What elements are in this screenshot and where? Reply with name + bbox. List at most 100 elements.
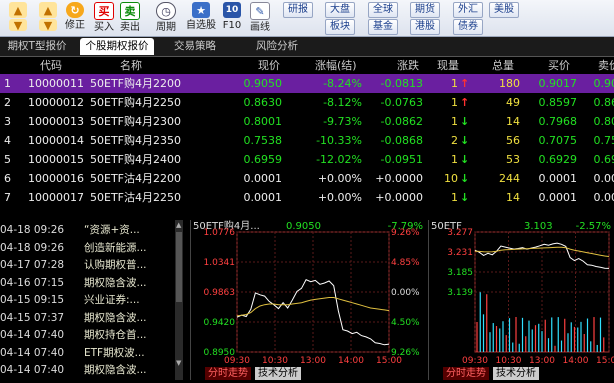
col-bid[interactable]: 买价 <box>548 57 570 74</box>
table-row[interactable]: 3 10000013 50ETF购4月2300 0.8001 -9.73% -0.0862… <box>0 112 614 131</box>
col-total[interactable]: 总量 <box>492 57 514 74</box>
sell-label: 卖出 <box>120 22 140 33</box>
cell-ask: 0.9095 <box>593 77 614 90</box>
news-date: 04-14 07:40 <box>0 364 65 376</box>
table-row[interactable]: 2 10000012 50ETF购4月2250 0.8630 -8.12% -0.0763… <box>0 93 614 112</box>
menu-bonds[interactable]: 债券 <box>453 19 483 35</box>
cell-bid: 0.6929 <box>538 153 578 166</box>
news-scrollbar[interactable]: ▲ ▼ <box>175 220 183 380</box>
cell-pct: -12.02% <box>316 153 362 166</box>
sell-button[interactable]: 卖 卖出 <box>118 2 142 34</box>
news-date: 04-15 09:15 <box>0 294 65 306</box>
nav-forward-button[interactable]: ▲ ▼ <box>36 2 60 34</box>
buy-button[interactable]: 买 买入 <box>92 2 116 34</box>
menu-sector[interactable]: 板块 <box>325 19 355 35</box>
chart-change: -2.57% <box>576 221 611 232</box>
cell-vol: 2 <box>451 134 458 147</box>
y-tick-label: 1.0776 <box>204 228 236 238</box>
refresh-button[interactable]: ↻ 修正 <box>63 2 87 34</box>
news-title: “资源+资... <box>84 224 140 236</box>
col-price[interactable]: 现价 <box>258 57 280 74</box>
table-row[interactable]: 7 10000017 50ETF沽4月2250 0.0001 +0.00% +0.0000… <box>0 188 614 207</box>
cell-name: 50ETF购4月2200 <box>90 77 181 90</box>
cell-price: 0.0001 <box>243 172 283 185</box>
arrow-down-icon: ↓ <box>460 191 470 204</box>
news-date: 04-16 07:15 <box>0 276 65 289</box>
cell-vol: 1 <box>451 115 458 128</box>
cell-total: 56 <box>506 134 520 147</box>
tab-strategy[interactable]: 交易策略 <box>168 38 222 55</box>
arrow-down-icon: ↓ <box>460 153 470 166</box>
buy-icon: 买 <box>94 2 114 20</box>
nav-up-button[interactable]: ▲ ▼ <box>6 2 30 34</box>
scroll-thumb[interactable] <box>176 232 182 302</box>
news-item[interactable]: 04-17 07:28 认购期权普... <box>0 257 175 273</box>
cell-code: 10000014 <box>28 134 84 147</box>
news-title: 创造新能源... <box>84 241 147 254</box>
col-change[interactable]: 涨跌 <box>397 57 419 74</box>
news-item[interactable]: 04-14 07:40 ETF期权波... <box>0 345 175 361</box>
period-button[interactable]: ◷ 周期 <box>152 2 180 34</box>
tab-bar: 期权T型报价 个股期权报价 交易策略 风险分析 <box>0 37 614 57</box>
cell-pct: -10.33% <box>316 134 362 147</box>
cell-total: 244 <box>499 172 520 185</box>
news-item[interactable]: 04-14 07:40 期权持仓首... <box>0 327 175 343</box>
cell-price: 0.8001 <box>243 115 283 128</box>
tab-intraday[interactable]: 分时走势 <box>443 367 489 380</box>
menu-global[interactable]: 全球 <box>368 2 398 18</box>
scroll-up-icon[interactable]: ▲ <box>176 222 182 229</box>
x-tick-label: 13:00 <box>529 356 555 366</box>
tab-intraday[interactable]: 分时走势 <box>205 367 251 380</box>
table-row[interactable]: 1 10000011 50ETF购4月2200 0.9050 -8.24% -0.0813… <box>0 74 614 93</box>
news-list: 04-18 09:26 “资源+资... 04-18 09:26 创造新能源... 04… <box>0 220 180 380</box>
col-ask[interactable]: 卖价 <box>598 57 614 74</box>
news-title: 期权隐含波... <box>84 311 147 324</box>
tab-technical[interactable]: 技术分析 <box>493 367 539 380</box>
menu-forex[interactable]: 外汇 <box>453 2 483 18</box>
menu-us-stocks[interactable]: 美股 <box>489 2 519 18</box>
cell-price: 0.7538 <box>243 134 283 147</box>
cell-price: 0.6959 <box>243 153 283 166</box>
cell-idx: 5 <box>4 153 11 166</box>
menu-futures[interactable]: 期货 <box>410 2 440 18</box>
menu-research[interactable]: 研报 <box>283 2 313 18</box>
option-intraday-panel: 50ETF购4月... 0.9050 -7.79% 1.0776 1.0341 0.986… <box>190 219 427 380</box>
news-item[interactable]: 04-18 09:26 创造新能源... <box>0 240 175 256</box>
menu-market[interactable]: 大盘 <box>325 2 355 18</box>
star-icon: ★ <box>192 2 210 18</box>
scroll-down-icon[interactable]: ▼ <box>176 360 182 367</box>
y-tick-label: 3.277 <box>447 228 473 238</box>
news-date: 04-18 09:26 <box>0 241 65 254</box>
menu-hk-stocks[interactable]: 港股 <box>410 19 440 35</box>
news-item[interactable]: 04-15 07:37 期权隐含波... <box>0 310 175 326</box>
table-row[interactable]: 4 10000014 50ETF购4月2350 0.7538 -10.33% -0.086… <box>0 131 614 150</box>
x-tick-label: 10:30 <box>262 356 288 366</box>
col-volume[interactable]: 现量 <box>437 57 459 74</box>
news-item[interactable]: 04-15 09:15 兴业证券:... <box>0 292 175 308</box>
menu-fund[interactable]: 基金 <box>368 19 398 35</box>
arrow-down-icon: ↓ <box>460 134 470 147</box>
tab-technical[interactable]: 技术分析 <box>255 367 301 380</box>
tab-option-quote[interactable]: 个股期权报价 <box>80 38 154 55</box>
tab-risk-analysis[interactable]: 风险分析 <box>248 38 306 55</box>
cell-name: 50ETF购4月2350 <box>90 134 181 147</box>
f10-button[interactable]: 10 F10 <box>220 2 244 34</box>
arrow-up-icon: ↑ <box>460 96 470 109</box>
news-item[interactable]: 04-18 09:26 “资源+资... <box>0 222 175 238</box>
table-row[interactable]: 5 10000015 50ETF购4月2400 0.6959 -12.02% -0.095… <box>0 150 614 169</box>
cell-ask: 0.6996 <box>593 153 614 166</box>
news-title: 认购期权普... <box>84 259 147 271</box>
tab-t-quote[interactable]: 期权T型报价 <box>2 38 72 55</box>
cell-bid: 0.0001 <box>538 191 578 204</box>
cell-idx: 1 <box>4 77 11 90</box>
watchlist-button[interactable]: ★ 自选股 <box>186 2 216 34</box>
col-code[interactable]: 代码 <box>40 57 62 74</box>
col-name[interactable]: 名称 <box>120 57 142 74</box>
table-row[interactable]: 6 10000016 50ETF沽4月2200 0.0001 +0.00% +0.0000… <box>0 169 614 188</box>
news-item[interactable]: 04-14 07:40 期权隐含波... <box>0 362 175 378</box>
col-pct[interactable]: 涨幅(结) <box>315 57 357 74</box>
draw-line-button[interactable]: ✎ 画线 <box>248 2 272 34</box>
news-item[interactable]: 04-16 07:15 期权隐含波... <box>0 275 175 291</box>
option-intraday-chart: 50ETF购4月... 0.9050 -7.79%1.07761.03410.986… <box>193 219 423 366</box>
cell-chg: -0.0951 <box>380 153 423 166</box>
